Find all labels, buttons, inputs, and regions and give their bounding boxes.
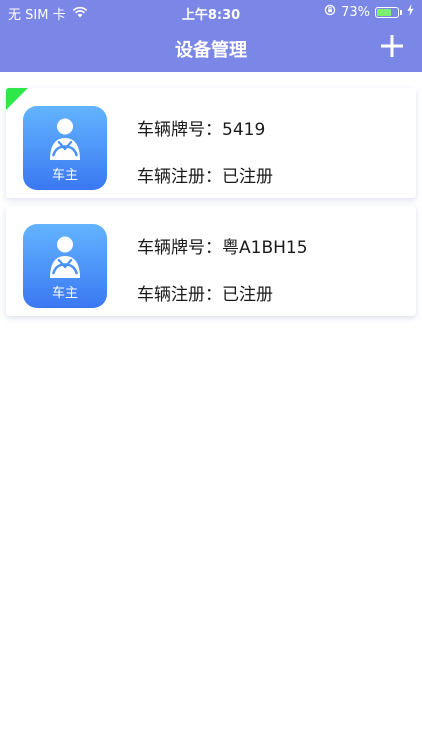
avatar-role-label: 车主 (51, 286, 78, 301)
battery-cap (400, 9, 402, 15)
plate-label: 车辆牌号： (137, 120, 222, 140)
add-device-button[interactable] (380, 34, 404, 58)
owner-avatar: 车主 (23, 106, 107, 190)
plus-icon (381, 35, 403, 57)
charging-bolt-icon (407, 4, 414, 20)
vehicle-info: 车辆牌号：5419 车辆注册：已注册 (137, 118, 273, 189)
plate-value: 粤A1BH15 (222, 238, 308, 258)
selected-tag (6, 88, 28, 110)
vehicle-card[interactable]: 车主 车辆牌号：5419 车辆注册：已注册 (6, 88, 416, 198)
registration-value: 已注册 (222, 167, 273, 187)
driver-icon (50, 118, 80, 160)
vehicle-info: 车辆牌号：粤A1BH15 车辆注册：已注册 (137, 236, 308, 307)
battery-icon (375, 6, 399, 18)
registration-label: 车辆注册： (137, 167, 222, 187)
orientation-lock-icon (324, 4, 336, 20)
plate-row: 车辆牌号：粤A1BH15 (137, 236, 308, 260)
owner-avatar: 车主 (23, 224, 107, 308)
driver-icon (50, 236, 80, 278)
registration-value: 已注册 (222, 285, 273, 305)
vehicle-list: 车主 车辆牌号：5419 车辆注册：已注册 车主 车辆牌号：粤A1BH15 车辆… (0, 88, 422, 324)
avatar-role-label: 车主 (51, 168, 78, 183)
battery-fill (377, 8, 392, 16)
registration-row: 车辆注册：已注册 (137, 165, 273, 189)
page-title: 设备管理 (175, 40, 247, 61)
plate-row: 车辆牌号：5419 (137, 118, 273, 142)
vehicle-card[interactable]: 车主 车辆牌号：粤A1BH15 车辆注册：已注册 (6, 206, 416, 316)
plate-label: 车辆牌号： (137, 238, 222, 258)
registration-row: 车辆注册：已注册 (137, 283, 308, 307)
registration-label: 车辆注册： (137, 285, 222, 305)
battery-percent: 73% (341, 4, 370, 20)
app-header: 无 SIM 卡 上午8:30 73% 设备管理 (0, 0, 422, 72)
status-right: 73% (324, 4, 414, 20)
status-bar: 无 SIM 卡 上午8:30 73% (0, 0, 422, 24)
plate-value: 5419 (222, 120, 266, 140)
